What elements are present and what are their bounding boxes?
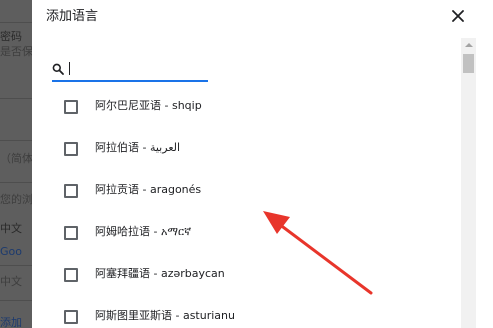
language-checkbox[interactable] — [64, 100, 78, 114]
language-option[interactable]: 阿拉贡语 - aragonés — [32, 170, 452, 212]
dialog-title: 添加语言 — [46, 9, 99, 24]
language-label: 阿姆哈拉语 - አማርኛ — [95, 225, 192, 238]
language-label: 阿拉伯语 - العربية — [95, 141, 181, 154]
language-checkbox[interactable] — [64, 184, 78, 198]
add-language-dialog: 添加语言 阿尔巴尼亚语 - shqip 阿拉伯语 - العربية 阿拉贡语 - … — [32, 0, 493, 328]
text-cursor — [69, 62, 70, 75]
language-label: 阿拉贡语 - aragonés — [95, 183, 202, 196]
language-checkbox[interactable] — [64, 268, 78, 282]
language-option[interactable]: 阿姆哈拉语 - አማርኛ — [32, 212, 452, 254]
close-icon — [452, 10, 464, 22]
scrollbar[interactable] — [461, 38, 476, 328]
search-field[interactable] — [52, 58, 208, 82]
language-option[interactable]: 阿尔巴尼亚语 - shqip — [32, 86, 452, 128]
language-list: 阿尔巴尼亚语 - shqip 阿拉伯语 - العربية 阿拉贡语 - arago… — [32, 86, 452, 328]
language-option[interactable]: 阿塞拜疆语 - azərbaycan — [32, 254, 452, 296]
language-label: 阿斯图里亚斯语 - asturianu — [95, 309, 235, 322]
language-checkbox[interactable] — [64, 142, 78, 156]
language-checkbox[interactable] — [64, 226, 78, 240]
scrollbar-thumb[interactable] — [463, 54, 474, 73]
language-label: 阿塞拜疆语 - azərbaycan — [95, 267, 225, 280]
language-checkbox[interactable] — [64, 310, 78, 324]
scroll-up-arrow-icon[interactable] — [465, 43, 473, 47]
search-icon — [52, 63, 64, 75]
language-label: 阿尔巴尼亚语 - shqip — [95, 99, 202, 112]
language-option[interactable]: 阿斯图里亚斯语 - asturianu — [32, 296, 452, 328]
language-option[interactable]: 阿拉伯语 - العربية — [32, 128, 452, 170]
search-input[interactable] — [68, 59, 204, 77]
close-button[interactable] — [448, 6, 468, 26]
